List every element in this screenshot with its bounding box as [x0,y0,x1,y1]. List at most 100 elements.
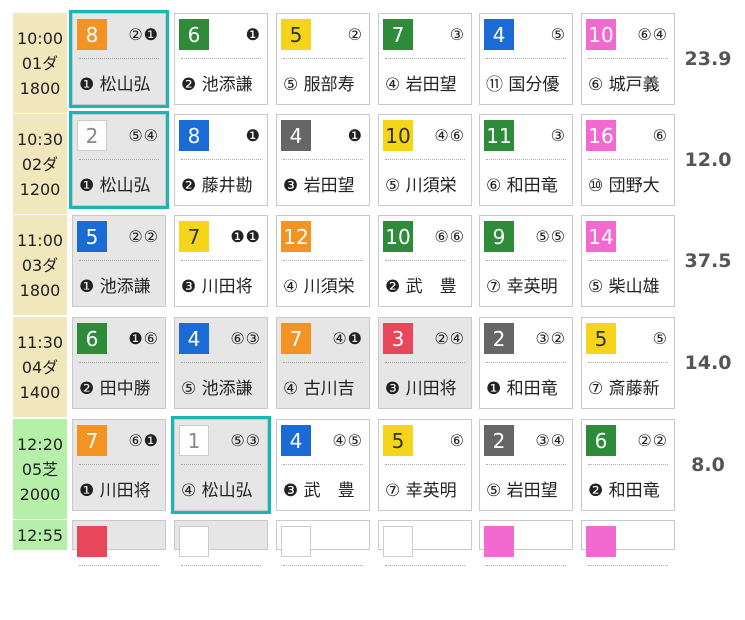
horse-number-badge: 5 [77,221,107,252]
jockey-name: ❸ 川田将 [181,277,253,297]
prediction-marks: ④⑥ [434,126,465,145]
prediction-marks: ⑥ [652,126,668,145]
entry-cell[interactable]: 9 ⑤⑤ ⑦ 幸英明 [479,215,573,307]
entry-header: 4⑤ [484,19,568,50]
entry-cell[interactable]: 16 ⑥ ⑩ 団野大 [581,114,675,206]
entry-cell[interactable]: 8 ②❶ ❶ 松山弘 [72,13,166,105]
jockey-name: ❶ 和田竜 [486,379,558,399]
entry-cell[interactable]: 6 ②② ❷ 和田竜 [581,419,675,511]
entry-cell[interactable]: 4⑤⑪ 国分優 [479,13,573,105]
prediction-marks: ❶ [245,126,261,145]
entry-header: 6 ②② [586,425,670,456]
race-odds: 23.9 [684,48,732,70]
dotted-divider [486,565,566,566]
entry-cell[interactable]: 10 ④⑥ ⑤ 川須栄 [378,114,472,206]
jockey-name: ❶ 松山弘 [79,75,151,95]
entry-cell[interactable]: 7 ⑥❶ ❶ 川田将 [72,419,166,511]
entry-cell[interactable]: 5②⑤ 服部寿 [276,13,370,105]
entry-cell[interactable] [72,520,166,566]
race-distance: 2000 [19,484,61,504]
horse-number-badge: 2 [484,323,514,354]
horse-number-badge: 3 [383,323,413,354]
dotted-divider [588,260,668,261]
prediction-marks: ⑤④ [128,126,159,145]
entry-cell[interactable]: 4 ④⑤ ❸ 武 豊 [276,419,370,511]
entry-cell[interactable]: 6 ❶ ❷ 池添謙 [174,13,268,105]
entry-cell[interactable]: 11 ③ ⑥ 和田竜 [479,114,573,206]
race-distance: 1200 [19,179,61,199]
horse-number-badge: 1 [179,425,209,456]
entry-cell[interactable]: 7③④ 岩田望 [378,13,472,105]
entry-cell[interactable]: 2 ③② ❶ 和田竜 [479,317,573,409]
entry-cell[interactable]: 10 ⑥⑥ ❷ 武 豊 [378,215,472,307]
race-number: 03ダ [21,255,59,275]
horse-number-badge: 6 [179,19,209,50]
horse-number-badge [281,526,311,557]
entry-cell[interactable] [479,520,573,566]
prediction-marks: ③④ [535,431,566,450]
dotted-divider [283,565,363,566]
entry-cell[interactable]: 2 ⑤④ ❶ 松山弘 [72,114,166,206]
entry-header: 8 ②❶ [77,19,161,50]
horse-number-badge: 11 [484,120,514,151]
race-info: 10:30 02ダ 1200 [13,114,67,214]
horse-number-badge: 5 [281,19,311,50]
entry-cell[interactable]: 12 ④ 川須栄 [276,215,370,307]
entry-cell[interactable]: 14 ⑤ 柴山雄 [581,215,675,307]
entry-cell[interactable]: 2 ③④ ⑤ 岩田望 [479,419,573,511]
horse-number-badge: 10 [383,221,413,252]
jockey-name: ❸ 川田将 [385,379,457,399]
race-number: 05芝 [21,459,59,479]
prediction-marks: ② [347,25,363,44]
entry-header [77,526,161,557]
entry-cell[interactable] [581,520,675,566]
entry-cell[interactable]: 7 ④❶ ④ 古川吉 [276,317,370,409]
jockey-name: ⑦ 幸英明 [385,481,457,501]
dotted-divider [486,58,566,59]
entry-cell[interactable]: 5 ②② ❶ 池添謙 [72,215,166,307]
prediction-marks: ❶ [245,25,261,44]
prediction-marks: ④❶ [332,329,363,348]
horse-number-badge: 8 [77,19,107,50]
entry-cell[interactable] [378,520,472,566]
entry-cell[interactable]: 5⑤⑦ 斎藤新 [581,317,675,409]
prediction-marks: ❶❶ [230,227,261,246]
horse-number-badge: 7 [281,323,311,354]
entry-header: 5⑤ [586,323,670,354]
entry-cell[interactable] [174,520,268,566]
entry-cell[interactable]: 8❶❷ 藤井勘 [174,114,268,206]
horse-number-badge: 4 [281,425,311,456]
entry-cell[interactable]: 4❶❸ 岩田望 [276,114,370,206]
jockey-name: ⑤ 岩田望 [486,481,558,501]
entry-cell[interactable] [276,520,370,566]
horse-number-badge: 4 [484,19,514,50]
jockey-name: ❷ 池添謙 [181,75,253,95]
race-info: 11:30 04ダ 1400 [13,317,67,417]
entry-header: 4 ⑥③ [179,323,263,354]
race-distance: 1800 [19,280,61,300]
entry-header: 6 ❶⑥ [77,323,161,354]
entry-header: 1 ⑤③ [179,425,263,456]
entry-header: 2 ③② [484,323,568,354]
entry-header [383,526,467,557]
horse-number-badge: 5 [383,425,413,456]
entry-header [586,526,670,557]
entry-cell[interactable]: 6 ❶⑥ ❷ 田中勝 [72,317,166,409]
prediction-marks: ❶⑥ [128,329,159,348]
prediction-marks: ③ [449,25,465,44]
entry-cell[interactable]: 4 ⑥③ ⑤ 池添謙 [174,317,268,409]
dotted-divider [181,565,261,566]
horse-number-badge: 10 [383,120,413,151]
entry-header: 11 ③ [484,120,568,151]
entry-cell[interactable]: 3 ②④ ❸ 川田将 [378,317,472,409]
entry-cell[interactable]: 7 ❶❶ ❸ 川田将 [174,215,268,307]
entry-cell[interactable]: 5⑥⑦ 幸英明 [378,419,472,511]
horse-number-badge: 5 [586,323,616,354]
entry-cell[interactable]: 10 ⑥④ ⑥ 城戸義 [581,13,675,105]
entry-cell[interactable]: 1 ⑤③ ④ 松山弘 [174,419,268,511]
jockey-name: ④ 古川吉 [283,379,355,399]
prediction-marks: ⑤③ [230,431,261,450]
race-time: 11:00 [16,230,64,250]
race-number: 04ダ [21,357,59,377]
jockey-name: ❶ 川田将 [79,481,151,501]
